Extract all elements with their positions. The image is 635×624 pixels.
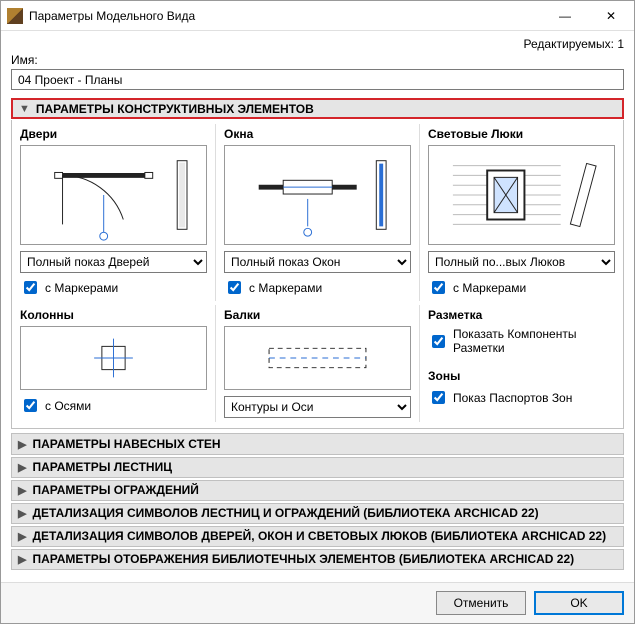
dialog-window: Параметры Модельного Вида — ✕ Редактируе… [0,0,635,624]
columns-label: Колонны [20,308,207,322]
windows-markers-label: с Маркерами [249,281,322,295]
window-title: Параметры Модельного Вида [29,9,542,23]
ok-button[interactable]: OK [534,591,624,615]
columns-axes-input[interactable] [24,399,37,412]
markup-checkbox[interactable]: Показать Компоненты Разметки [428,327,615,355]
dialog-footer: Отменить OK [1,582,634,623]
chevron-right-icon: ▶ [18,530,26,543]
doors-combo[interactable]: Полный показ Дверей [20,251,207,273]
section-collapsed-0-title: ПАРАМЕТРЫ НАВЕСНЫХ СТЕН [32,437,220,451]
chevron-right-icon: ▶ [18,461,26,474]
beams-label: Балки [224,308,411,322]
markup-zones-cell: Разметка Показать Компоненты Разметки Зо… [419,305,623,422]
minimize-button[interactable]: — [542,1,588,31]
chevron-right-icon: ▶ [18,484,26,497]
section-constructive-header[interactable]: ▼ ПАРАМЕТРЫ КОНСТРУКТИВНЫХ ЭЛЕМЕНТОВ [11,98,624,119]
chevron-right-icon: ▶ [18,553,26,566]
windows-preview [224,145,411,245]
columns-axes-label: с Осями [45,399,91,413]
zones-checkbox[interactable]: Показ Паспортов Зон [428,388,615,407]
markup-label: Разметка [428,308,615,322]
skylights-label: Световые Люки [428,127,615,141]
section-collapsed-4[interactable]: ▶ ДЕТАЛИЗАЦИЯ СИМВОЛОВ ДВЕРЕЙ, ОКОН И СВ… [11,526,624,547]
doors-cell: Двери П [12,124,215,301]
section-constructive-body: Двери П [11,120,624,429]
name-input[interactable] [11,69,624,90]
windows-combo[interactable]: Полный показ Окон [224,251,411,273]
skylights-markers-input[interactable] [432,281,445,294]
markup-input[interactable] [432,335,445,348]
windows-markers-input[interactable] [228,281,241,294]
skylights-markers-label: с Маркерами [453,281,526,295]
chevron-right-icon: ▶ [18,438,26,451]
section-collapsed-5-title: ПАРАМЕТРЫ ОТОБРАЖЕНИЯ БИБЛИОТЕЧНЫХ ЭЛЕМЕ… [32,552,574,566]
section-collapsed-2-title: ПАРАМЕТРЫ ОГРАЖДЕНИЙ [32,483,198,497]
doors-label: Двери [20,127,207,141]
doors-preview [20,145,207,245]
skylights-preview [428,145,615,245]
zones-label: Зоны [428,369,615,383]
section-collapsed-5[interactable]: ▶ ПАРАМЕТРЫ ОТОБРАЖЕНИЯ БИБЛИОТЕЧНЫХ ЭЛЕ… [11,549,624,570]
skylights-markers-checkbox[interactable]: с Маркерами [428,278,615,297]
windows-label: Окна [224,127,411,141]
windows-cell: Окна Полный показ Окон [215,124,419,301]
section-collapsed-2[interactable]: ▶ ПАРАМЕТРЫ ОГРАЖДЕНИЙ [11,480,624,501]
section-collapsed-1-title: ПАРАМЕТРЫ ЛЕСТНИЦ [32,460,172,474]
zones-chk-label: Показ Паспортов Зон [453,391,572,405]
name-label: Имя: [11,53,624,67]
dialog-content: Редактируемых: 1 Имя: ▼ ПАРАМЕТРЫ КОНСТР… [1,31,634,582]
columns-preview [20,326,207,390]
chevron-right-icon: ▶ [18,507,26,520]
windows-markers-checkbox[interactable]: с Маркерами [224,278,411,297]
beams-combo[interactable]: Контуры и Оси [224,396,411,418]
beams-preview [224,326,411,390]
section-collapsed-4-title: ДЕТАЛИЗАЦИЯ СИМВОЛОВ ДВЕРЕЙ, ОКОН И СВЕТ… [32,529,606,543]
edit-count-label: Редактируемых: 1 [11,37,624,51]
close-button[interactable]: ✕ [588,1,634,31]
chevron-down-icon: ▼ [19,103,30,115]
section-constructive-title: ПАРАМЕТРЫ КОНСТРУКТИВНЫХ ЭЛЕМЕНТОВ [36,102,314,116]
columns-axes-checkbox[interactable]: с Осями [20,396,207,415]
section-collapsed-1[interactable]: ▶ ПАРАМЕТРЫ ЛЕСТНИЦ [11,457,624,478]
doors-markers-checkbox[interactable]: с Маркерами [20,278,207,297]
beams-cell: Балки Контуры и Оси [215,305,419,422]
zones-input[interactable] [432,391,445,404]
cancel-button[interactable]: Отменить [436,591,526,615]
doors-markers-input[interactable] [24,281,37,294]
doors-markers-label: с Маркерами [45,281,118,295]
titlebar: Параметры Модельного Вида — ✕ [1,1,634,31]
section-collapsed-0[interactable]: ▶ ПАРАМЕТРЫ НАВЕСНЫХ СТЕН [11,433,624,454]
section-collapsed-3-title: ДЕТАЛИЗАЦИЯ СИМВОЛОВ ЛЕСТНИЦ И ОГРАЖДЕНИ… [32,506,538,520]
markup-chk-label: Показать Компоненты Разметки [453,327,615,355]
skylights-cell: Световые Люки [419,124,623,301]
section-collapsed-3[interactable]: ▶ ДЕТАЛИЗАЦИЯ СИМВОЛОВ ЛЕСТНИЦ И ОГРАЖДЕ… [11,503,624,524]
skylights-combo[interactable]: Полный по...вых Люков [428,251,615,273]
columns-cell: Колонны с Осями [12,305,215,422]
app-icon [7,8,23,24]
